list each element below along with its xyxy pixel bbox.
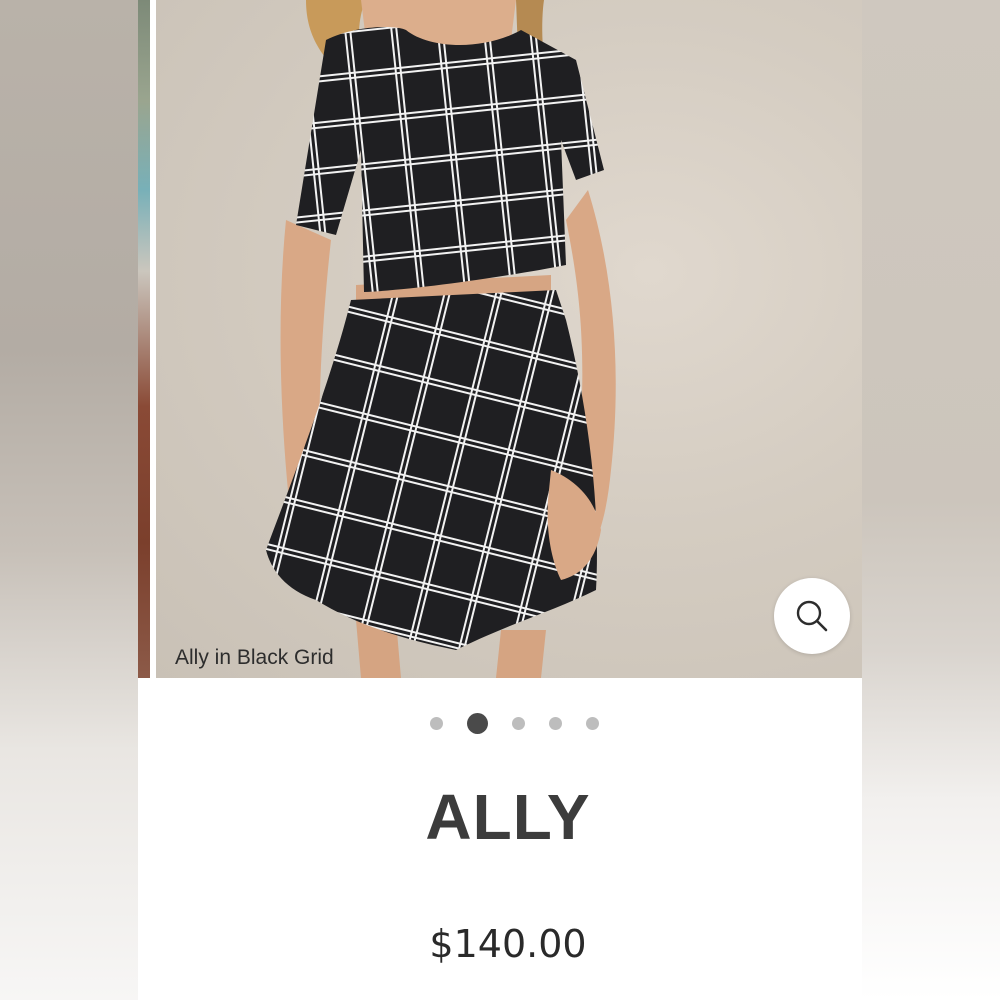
search-icon (796, 600, 828, 632)
product-card: Ally in Black Grid ALLY $140.00 (138, 0, 862, 1000)
carousel-dot-4[interactable] (549, 717, 562, 730)
image-caption: Ally in Black Grid (175, 646, 334, 669)
background-left (0, 0, 138, 1000)
carousel-dot-3[interactable] (512, 717, 525, 730)
carousel-dot-5[interactable] (586, 717, 599, 730)
previous-slide-peek[interactable] (138, 0, 150, 678)
carousel-dot-2[interactable] (467, 713, 488, 734)
zoom-button[interactable] (774, 578, 850, 654)
product-title: ALLY (425, 781, 591, 853)
product-photo (156, 0, 862, 678)
product-image-gallery[interactable]: Ally in Black Grid (138, 0, 862, 678)
product-price: $140.00 (429, 922, 587, 966)
carousel-dot-1[interactable] (430, 717, 443, 730)
background-right (862, 0, 1000, 1000)
carousel-pagination (138, 712, 862, 734)
